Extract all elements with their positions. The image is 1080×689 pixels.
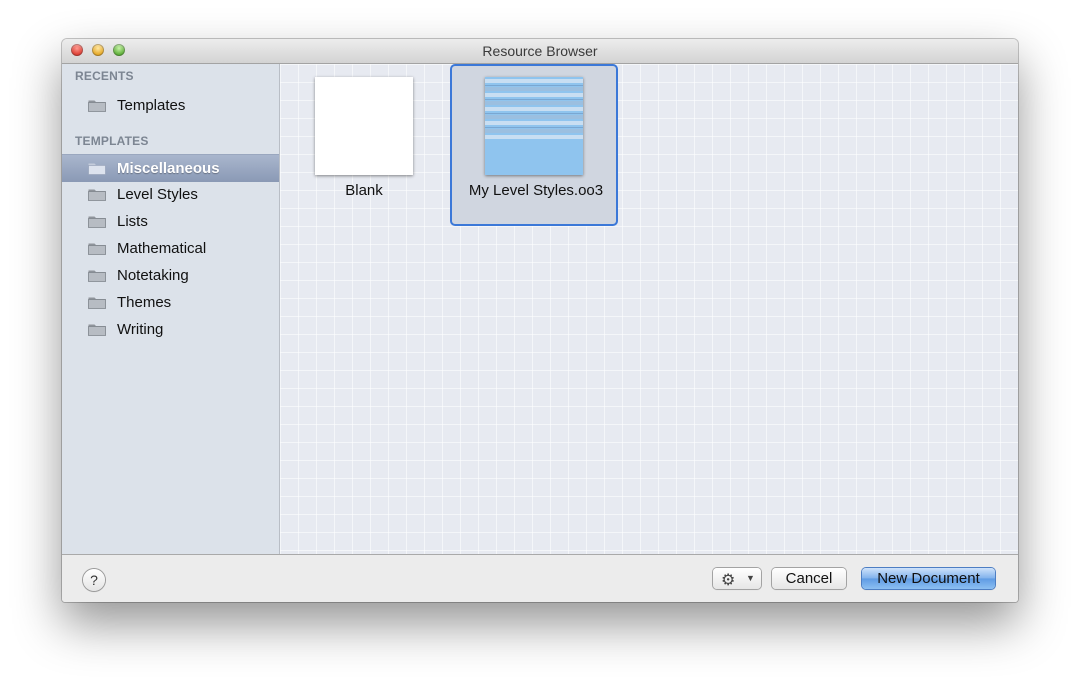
recents-header: RECENTS [75,69,134,83]
sidebar-item-level-styles[interactable]: Level Styles [62,181,279,208]
sidebar-item-recent-templates[interactable]: Templates [62,92,279,119]
sidebar-item-mathematical[interactable]: Mathematical [62,235,279,262]
template-item-blank[interactable]: Blank [280,64,448,226]
help-button[interactable]: ? [83,569,105,591]
outline-thumbnail [485,77,583,175]
sidebar-item-label: Mathematical [117,240,207,257]
templates-header: TEMPLATES [75,134,149,148]
template-grid: Blank My Level Styles.oo3 [280,64,1018,554]
template-item-label: My Level Styles.oo3 [468,182,604,199]
sidebar-item-miscellaneous[interactable]: Miscellaneous [62,154,279,182]
folder-icon [88,324,106,336]
folder-icon [88,100,106,112]
gear-icon: ⚙ [721,572,736,589]
resource-browser-window: Resource Browser RECENTS Templates TEMPL… [62,39,1018,602]
chevron-down-icon: ▼ [746,573,755,583]
action-menu-button[interactable]: ⚙ ▼ [713,568,761,589]
sidebar-item-lists[interactable]: Lists [62,208,279,235]
cancel-button[interactable]: Cancel [772,568,846,589]
bottom-bar: ? ⚙ ▼ Cancel New Document [62,554,1018,602]
sidebar-item-writing[interactable]: Writing [62,316,279,343]
sidebar: RECENTS Templates TEMPLATES Miscellaneou… [62,64,280,554]
sidebar-item-themes[interactable]: Themes [62,289,279,316]
folder-icon [88,297,106,309]
template-item-my-level-styles[interactable]: My Level Styles.oo3 [450,64,618,226]
sidebar-item-label: Miscellaneous [117,160,220,177]
sidebar-item-label: Level Styles [117,186,198,203]
sidebar-item-label: Themes [117,294,172,311]
sidebar-item-notetaking[interactable]: Notetaking [62,262,279,289]
folder-icon [88,216,106,228]
sidebar-item-label: Notetaking [117,267,189,284]
sidebar-item-label: Writing [117,321,164,338]
window-title: Resource Browser [482,43,598,59]
new-document-button[interactable]: New Document [862,568,995,589]
sidebar-item-label: Templates [117,97,186,114]
folder-icon [88,189,106,201]
sidebar-item-label: Lists [117,213,148,230]
folder-icon [88,163,106,175]
folder-icon [88,243,106,255]
blank-thumbnail [315,77,413,175]
template-item-label: Blank [345,182,383,199]
folder-icon [88,270,106,282]
title-bar[interactable]: Resource Browser [62,39,1018,64]
